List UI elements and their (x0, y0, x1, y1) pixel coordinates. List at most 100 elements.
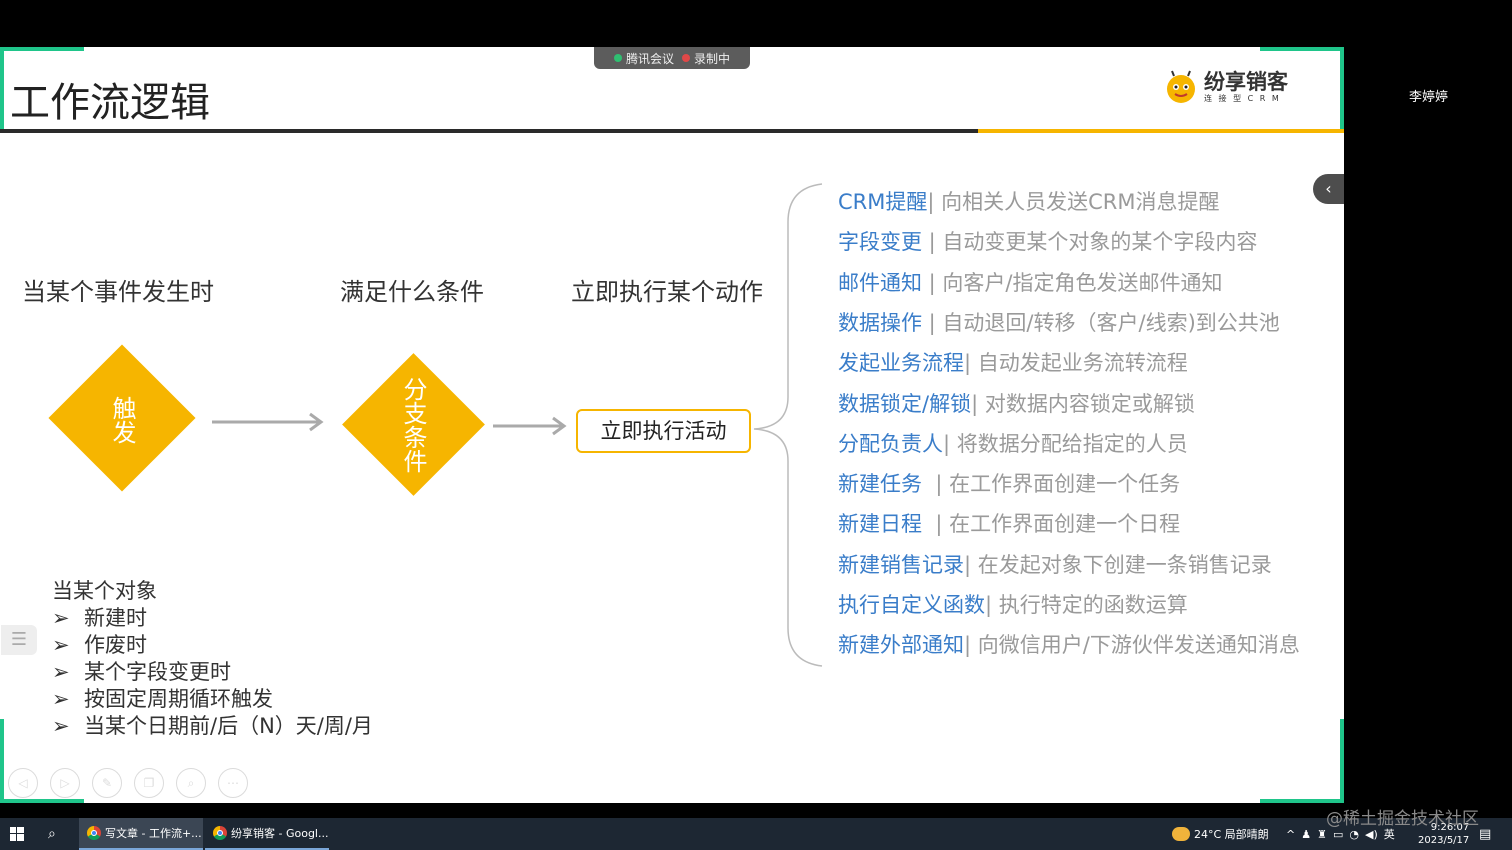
action-row: 新建销售记录| 在发起对象下创建一条销售记录 (838, 549, 1272, 579)
action-row: 分配负责人| 将数据分配给指定的人员 (838, 428, 1188, 458)
recording-status: 录制中 (694, 51, 731, 66)
trigger-item: ➢ 某个字段变更时 (52, 659, 373, 686)
action-row: 字段变更 | 自动变更某个对象的某个字段内容 (838, 226, 1257, 256)
taskbar-app-1[interactable]: 写文章 - 工作流+... (79, 818, 203, 850)
bullet-arrow-icon: ➢ (52, 606, 70, 630)
bullet-arrow-icon: ➢ (52, 660, 70, 684)
frame-corner (0, 47, 4, 131)
flow-arrow-2 (493, 416, 567, 436)
mascot-icon (1167, 70, 1195, 103)
action-description: | 将数据分配给指定的人员 (943, 431, 1188, 456)
action-name: 执行自定义函数 (838, 593, 985, 617)
action-brace (753, 183, 823, 667)
action-description: | 自动变更某个对象的某个字段内容 (922, 230, 1258, 255)
taskbar-app-2[interactable]: 纷享销客 - Googl... (205, 818, 329, 850)
tray-app-icon[interactable]: ♟ (1301, 828, 1311, 841)
meeting-status-bar[interactable]: 腾讯会议 录制中 (594, 47, 750, 69)
execute-activity-box: 立即执行活动 (576, 409, 751, 453)
chevron-up-icon[interactable]: ^ (1286, 828, 1295, 841)
logo-name: 纷享销客 (1204, 69, 1288, 94)
title-underline-accent (978, 129, 1344, 133)
action-row: CRM提醒| 向相关人员发送CRM消息提醒 (838, 186, 1220, 216)
action-name: 字段变更 (838, 230, 922, 255)
step-heading-condition: 满足什么条件 (340, 278, 484, 306)
chrome-icon (87, 826, 101, 840)
clock-date: 2023/5/17 (1418, 835, 1470, 846)
trigger-item: ➢ 当某个日期前/后（N）天/周/月 (52, 713, 373, 740)
frame-corner (0, 799, 84, 803)
taskbar-app-label: 写文章 - 工作流+... (105, 827, 202, 840)
action-description: | 在工作界面创建一个日程 (922, 512, 1181, 537)
volume-icon[interactable]: ◀) (1365, 828, 1378, 841)
action-description: | 向客户/指定角色发送邮件通知 (922, 270, 1223, 295)
action-row: 数据操作 | 自动退回/转移（客户/线索)到公共池 (838, 307, 1280, 337)
weather-text: 24°C 局部晴朗 (1194, 828, 1269, 841)
condition-diamond-label: 分支条件 (399, 377, 427, 473)
frame-corner (0, 47, 84, 51)
action-description: | 在发起对象下创建一条销售记录 (964, 552, 1272, 577)
trigger-item-label: 作废时 (84, 633, 147, 657)
weather-widget[interactable]: 24°C 局部晴朗 (1172, 818, 1269, 850)
action-description: | 执行特定的函数运算 (985, 593, 1188, 617)
trigger-list-heading: 当某个对象 (52, 579, 157, 603)
trigger-item: ➢ 新建时 (52, 605, 373, 632)
zoom-icon[interactable]: ⌕ (176, 768, 206, 798)
player-controls: ◁ ▷ ✎ ❐ ⌕ ⋯ (8, 768, 248, 798)
search-icon[interactable]: ⌕ (48, 818, 56, 850)
action-row: 邮件通知 | 向客户/指定角色发送邮件通知 (838, 267, 1223, 297)
action-row: 数据锁定/解锁| 对数据内容锁定或解锁 (838, 388, 1195, 418)
pages-icon[interactable]: ❐ (134, 768, 164, 798)
bullet-arrow-icon: ➢ (52, 714, 70, 738)
meeting-app-label: 腾讯会议 (625, 51, 674, 66)
network-icon[interactable]: ◔ (1349, 828, 1359, 841)
action-description: | 对数据内容锁定或解锁 (971, 391, 1195, 416)
trigger-item-label: 按固定周期循环触发 (84, 687, 273, 711)
more-icon[interactable]: ⋯ (218, 768, 248, 798)
record-icon (682, 54, 690, 62)
trigger-item-label: 当某个日期前/后（N）天/周/月 (84, 714, 373, 738)
step-heading-trigger: 当某个事件发生时 (22, 278, 214, 306)
battery-icon[interactable]: ▭ (1333, 828, 1343, 841)
frame-corner (0, 719, 4, 803)
previous-icon[interactable]: ◁ (8, 768, 38, 798)
action-description: | 向微信用户/下游伙伴发送通知消息 (964, 633, 1300, 658)
trigger-list: 当某个对象 ➢ 新建时 ➢ 作废时 ➢ 某个字段变更时 ➢ 按固定周期循环触发 ➢ 当某个日期前/… (52, 578, 373, 740)
windows-taskbar: ⌕ 写文章 - 工作流+... 纷享销客 - Googl... 24°C 局部晴… (0, 818, 1512, 850)
step-heading-action: 立即执行某个动作 (571, 278, 763, 306)
flow-arrow-1 (212, 412, 324, 432)
action-name: 新建销售记录 (838, 552, 964, 577)
participant-name: 李婷婷 (1409, 90, 1449, 105)
windows-icon (10, 827, 24, 841)
trigger-item-label: 某个字段变更时 (84, 660, 231, 684)
action-row: 新建任务 | 在工作界面创建一个任务 (838, 468, 1180, 498)
outline-menu-icon[interactable]: ☰ (1, 625, 37, 655)
action-name: 分配负责人 (838, 431, 943, 456)
frame-corner (1260, 799, 1344, 803)
chrome-icon (213, 826, 227, 840)
pen-icon[interactable]: ✎ (92, 768, 122, 798)
action-name: 新建日程 (838, 512, 922, 537)
action-name: 新建任务 (838, 472, 922, 497)
panel-collapse-button[interactable]: ‹ (1313, 174, 1344, 204)
notification-icon[interactable]: ▤ (1479, 818, 1491, 850)
taskbar-app-label: 纷享销客 - Googl... (231, 827, 329, 840)
frame-corner (1260, 47, 1344, 51)
start-button[interactable] (10, 818, 24, 850)
action-name: 邮件通知 (838, 270, 922, 295)
title-underline (0, 129, 978, 133)
watermark: @稀土掘金技术社区 (1326, 809, 1479, 829)
action-name: 发起业务流程 (838, 351, 964, 376)
action-row: 新建外部通知| 向微信用户/下游伙伴发送通知消息 (838, 629, 1300, 659)
next-icon[interactable]: ▷ (50, 768, 80, 798)
tray-app-icon[interactable]: ♜ (1317, 828, 1327, 841)
action-name: 数据操作 (838, 310, 922, 335)
action-description: | 向相关人员发送CRM消息提醒 (927, 190, 1220, 214)
frame-corner (1340, 719, 1344, 803)
action-name: CRM提醒 (838, 190, 928, 214)
action-description: | 自动发起业务流转流程 (964, 351, 1188, 376)
brand-logo: 纷享销客 连 接 型 C R M (1164, 70, 1288, 104)
weather-icon (1172, 827, 1190, 841)
action-name: 新建外部通知 (838, 633, 964, 658)
logo-tagline: 连 接 型 C R M (1204, 93, 1281, 103)
action-row: 执行自定义函数| 执行特定的函数运算 (838, 589, 1188, 619)
